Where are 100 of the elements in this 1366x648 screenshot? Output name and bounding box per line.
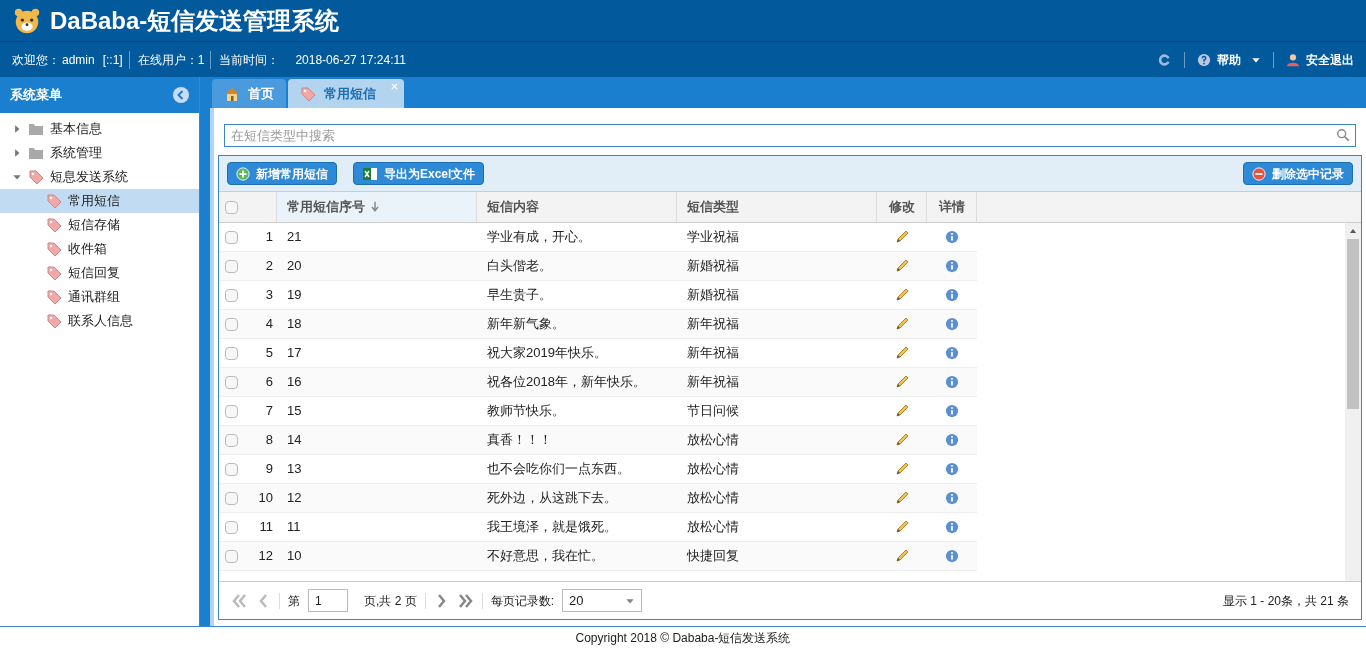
minus-icon (1252, 166, 1266, 181)
row-number: 8 (264, 431, 274, 450)
table-row[interactable]: 6 16 祝各位2018年，新年快乐。 新年祝福 (219, 368, 977, 397)
welcome-label: 欢迎您： (12, 51, 60, 69)
table-cell-text: 放松心情 (686, 518, 740, 537)
row-checkbox[interactable] (225, 230, 238, 244)
table-cell-text: 祝大家2019年快乐。 (486, 344, 608, 363)
column-header[interactable]: 短信类型 (677, 192, 877, 222)
tree-label: 短息发送系统 (50, 168, 128, 187)
close-icon[interactable] (391, 83, 398, 90)
tree-item[interactable]: 短信存储 (0, 213, 199, 237)
scrollbar[interactable] (1345, 223, 1361, 581)
person-icon (1286, 52, 1300, 67)
table-cell-text: 21 (286, 228, 303, 247)
table-row[interactable]: 4 18 新年新气象。 新年祝福 (219, 310, 977, 339)
tree-item[interactable]: 通讯群组 (0, 285, 199, 309)
row-checkbox[interactable] (225, 259, 238, 273)
tag-icon (46, 217, 62, 233)
table-cell-text: 新年新气象。 (486, 315, 566, 334)
row-checkbox[interactable] (225, 200, 238, 214)
pencil-icon (894, 345, 910, 361)
per-page-select[interactable]: 20 (562, 589, 643, 612)
table-cell-text: 19 (286, 286, 303, 305)
info-icon (945, 491, 959, 505)
info-icon (945, 346, 959, 360)
time-label: 当前时间： (219, 51, 280, 69)
tree-item[interactable]: 短信回复 (0, 261, 199, 285)
row-number: 6 (264, 373, 274, 392)
tree-label: 基本信息 (50, 120, 102, 139)
search-field[interactable]: 在短信类型中搜索 (224, 124, 1356, 147)
question-icon (1197, 52, 1211, 67)
help-menu[interactable]: 帮助 (1197, 50, 1261, 69)
table-row[interactable]: 8 14 真香！！！ 放松心情 (219, 426, 977, 455)
add-button[interactable]: 新增常用短信 (227, 162, 337, 185)
sidebar-title: 系统菜单 (10, 86, 62, 105)
table-cell-text: 早生贵子。 (486, 286, 553, 305)
row-number: 10 (257, 489, 274, 508)
row-number: 4 (264, 315, 274, 334)
row-checkbox[interactable] (225, 288, 238, 302)
table-cell-text: 学业有成，开心。 (486, 228, 592, 247)
first-page-icon (231, 592, 247, 609)
row-checkbox[interactable] (225, 462, 238, 476)
online-count: 1 (197, 50, 212, 69)
page-field[interactable]: 1 (308, 589, 348, 612)
tree-item[interactable]: 收件箱 (0, 237, 199, 261)
tree-item[interactable]: 短息发送系统 (0, 165, 199, 189)
scroll-up-icon[interactable] (1349, 227, 1357, 235)
row-checkbox[interactable] (225, 346, 238, 360)
tree-item[interactable]: 基本信息 (0, 117, 199, 141)
delete-button[interactable]: 删除选中记录 (1243, 162, 1353, 185)
table-cell-text: 10 (286, 547, 303, 566)
row-checkbox[interactable] (225, 491, 238, 505)
tree-label: 系统管理 (50, 144, 102, 163)
column-header[interactable]: 常用短信序号 (277, 192, 477, 222)
pencil-icon (894, 287, 910, 303)
row-checkbox[interactable] (225, 433, 238, 447)
info-icon (945, 549, 959, 563)
row-checkbox[interactable] (225, 404, 238, 418)
table-cell-text: 新婚祝福 (686, 257, 740, 276)
tree-item[interactable]: 常用短信 (0, 189, 199, 213)
collapse-icon (173, 87, 189, 103)
row-number: 5 (264, 344, 274, 363)
splitter[interactable] (200, 77, 210, 626)
table-cell-text: 快捷回复 (686, 547, 740, 566)
table-row[interactable]: 2 20 白头偕老。 新婚祝福 (219, 252, 977, 281)
tree-label: 常用短信 (68, 192, 120, 211)
export-button[interactable]: 导出为Excel文件 (353, 162, 485, 185)
caret-icon (12, 124, 22, 134)
table-row[interactable]: 12 10 不好意思，我在忙。 快捷回复 (219, 542, 977, 571)
info-icon (945, 230, 959, 244)
record-summary: 显示 1 - 20条，共 21 条 (1222, 592, 1349, 610)
column-header[interactable]: 短信内容 (477, 192, 677, 222)
table-cell-text: 节日问候 (686, 402, 740, 421)
table-cell-text: 也不会吃你们一点东西。 (486, 460, 631, 479)
row-number: 12 (257, 547, 274, 566)
table-cell-text: 11 (286, 518, 302, 537)
column-header[interactable]: 修改 (877, 192, 927, 222)
tree-label: 通讯群组 (68, 288, 120, 307)
table-row[interactable]: 10 12 死外边，从这跳下去。 放松心情 (219, 484, 977, 513)
info-icon (945, 375, 959, 389)
tag-icon (46, 289, 62, 305)
logout-button[interactable]: 安全退出 (1286, 50, 1354, 69)
row-checkbox[interactable] (225, 520, 238, 534)
tree-item[interactable]: 联系人信息 (0, 309, 199, 333)
table-cell-text: 新年祝福 (686, 344, 740, 363)
row-checkbox[interactable] (225, 549, 238, 563)
info-icon (945, 520, 959, 534)
caret-icon (12, 148, 22, 158)
table-cell-text: 12 (286, 489, 303, 508)
row-checkbox[interactable] (225, 375, 238, 389)
copyright-text: Copyright 2018 © Dababa-短信发送系统 (575, 629, 791, 647)
tree-item[interactable]: 系统管理 (0, 141, 199, 165)
row-number: 1 (264, 228, 274, 247)
table-cell-text: 放松心情 (686, 431, 740, 450)
table-cell-text: 真香！！！ (486, 431, 553, 450)
column-header[interactable]: 详情 (927, 192, 977, 222)
row-checkbox[interactable] (225, 317, 238, 331)
table-cell-text: 白头偕老。 (486, 257, 553, 276)
search-icon (1336, 128, 1350, 142)
info-icon (945, 288, 959, 302)
